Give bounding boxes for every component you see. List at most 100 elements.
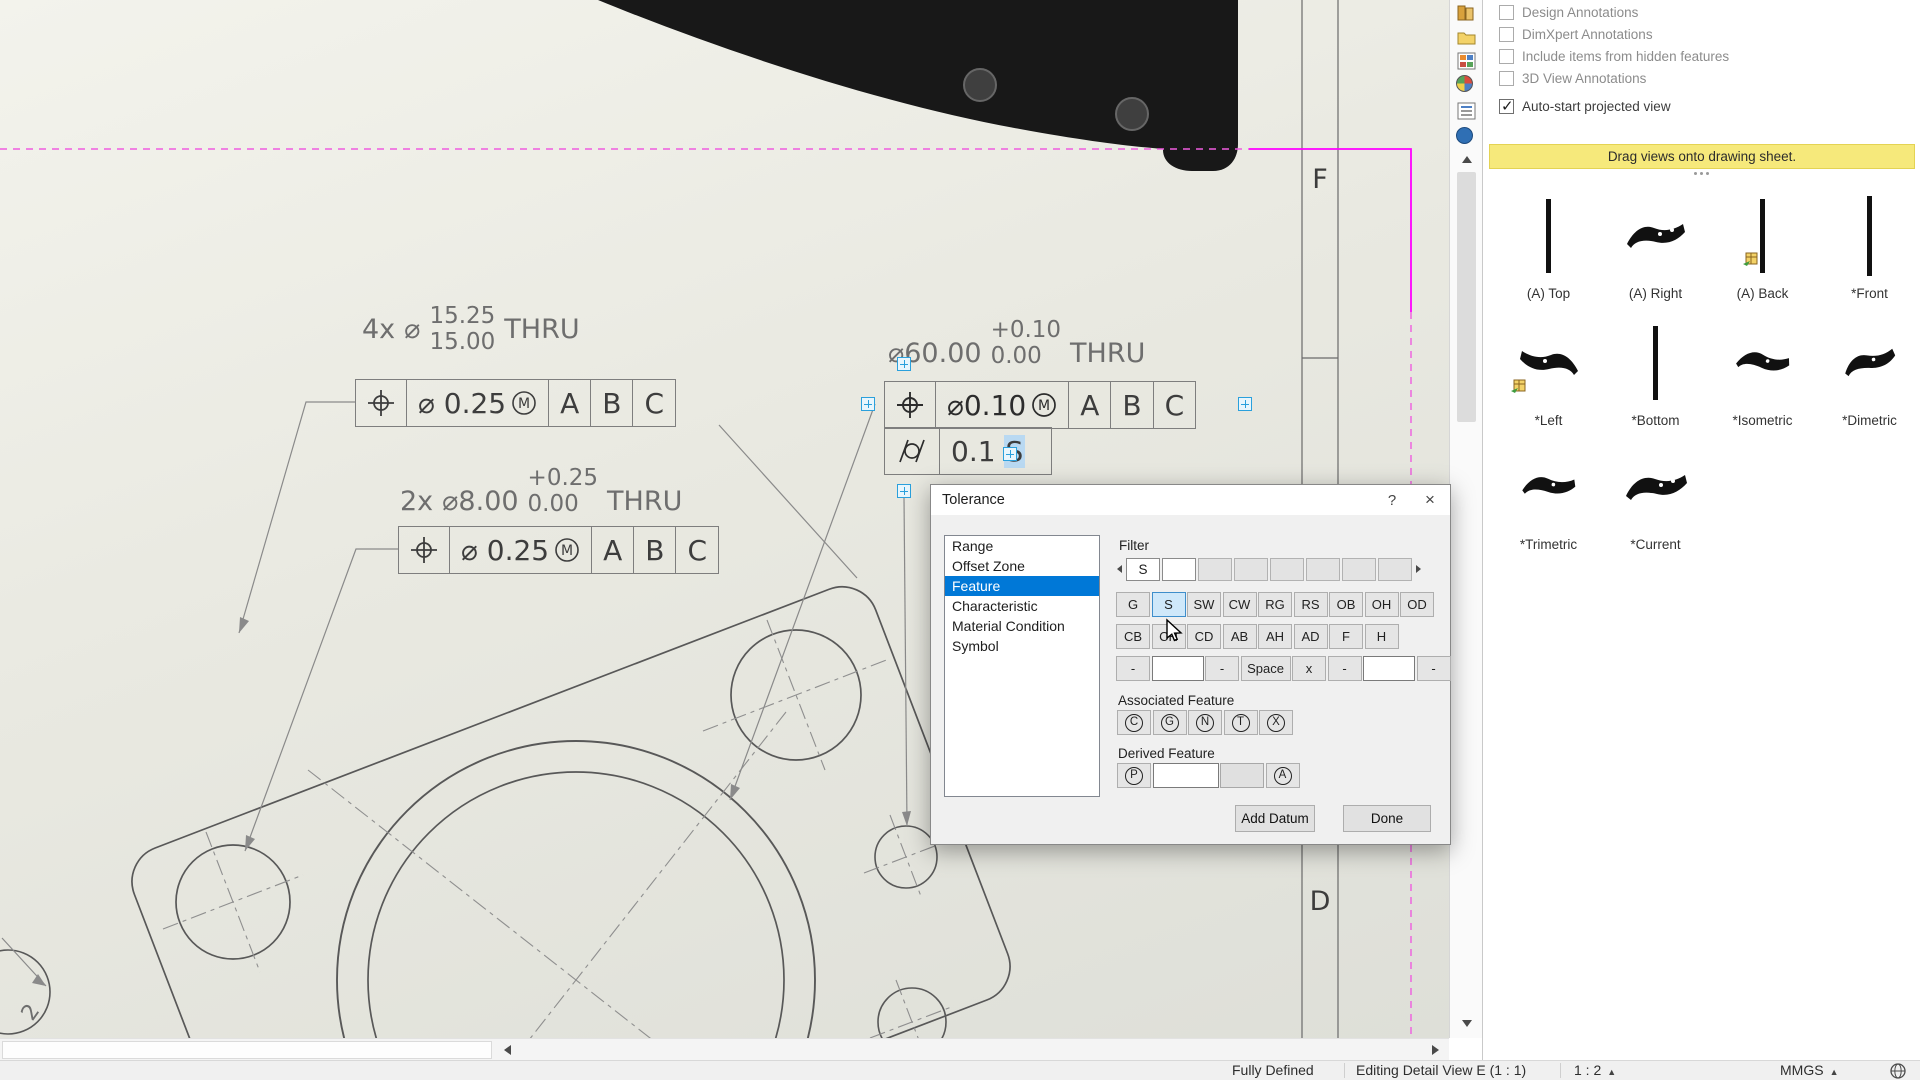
selection-handle[interactable] xyxy=(897,484,911,498)
filter-scroll-right-icon[interactable] xyxy=(1414,558,1423,581)
selection-handle[interactable] xyxy=(897,357,911,371)
view-thumbnail-current[interactable]: *Current xyxy=(1602,436,1709,558)
derived-a-button[interactable]: A xyxy=(1266,763,1300,788)
dialog-close-button[interactable]: × xyxy=(1412,485,1448,515)
filter-character-row[interactable]: S xyxy=(1115,557,1423,581)
grid-button-dash[interactable]: - xyxy=(1417,656,1451,681)
appearances-icon[interactable] xyxy=(1456,75,1477,95)
list-item-material-condition[interactable]: Material Condition xyxy=(945,616,1099,636)
dialog-help-button[interactable]: ? xyxy=(1374,485,1410,515)
view-thumbnail-top[interactable]: (A) Top xyxy=(1495,185,1602,307)
associated-x-button[interactable]: X xyxy=(1259,710,1293,735)
filter-cell[interactable] xyxy=(1162,558,1196,581)
grid-button-dash[interactable]: - xyxy=(1116,656,1150,681)
horizontal-scrollbar[interactable] xyxy=(0,1038,1449,1060)
grid-button-f[interactable]: F xyxy=(1329,624,1363,649)
checkbox-include-hidden[interactable]: Include items from hidden features xyxy=(1499,46,1729,66)
unit-system-selector[interactable]: MMGS▲ xyxy=(1780,1062,1838,1078)
grid-button-rs[interactable]: RS xyxy=(1294,592,1328,617)
selection-handle[interactable] xyxy=(861,397,875,411)
checkbox-design-annotations[interactable]: Design Annotations xyxy=(1499,2,1638,22)
view-thumbnail-back[interactable]: (A) Back xyxy=(1709,185,1816,307)
dimension-bore[interactable]: ⌀60.00 +0.10 0.00 THRU xyxy=(888,318,1145,370)
grid-button-ob[interactable]: OB xyxy=(1329,592,1363,617)
checkbox-dimxpert-annotations[interactable]: DimXpert Annotations xyxy=(1499,24,1653,44)
checkbox-3d-view-annotations[interactable]: 3D View Annotations xyxy=(1499,68,1646,88)
feature-control-frame-top[interactable]: ⌀ 0.25 M A B C xyxy=(355,379,676,427)
grid-button-dash[interactable]: - xyxy=(1205,656,1239,681)
grid-button-x[interactable]: x xyxy=(1292,656,1326,681)
custom-value-input[interactable] xyxy=(1363,656,1415,681)
selection-handle[interactable] xyxy=(1238,397,1252,411)
grid-button-ab[interactable]: AB xyxy=(1223,624,1257,649)
sheet-scale-selector[interactable]: 1 : 2▲ xyxy=(1574,1062,1616,1078)
horizontal-scrollbar-thumb[interactable] xyxy=(2,1041,492,1059)
associated-c-button[interactable]: C xyxy=(1117,710,1151,735)
dimension-4x-holes[interactable]: 4x ⌀ 15.25 15.00 THRU xyxy=(362,304,580,356)
view-thumbnail-isometric[interactable]: *Isometric xyxy=(1709,312,1816,434)
checkbox-auto-start-projected[interactable]: Auto-start projected view xyxy=(1499,96,1671,116)
scroll-down-button[interactable] xyxy=(1457,1014,1476,1033)
checkbox[interactable] xyxy=(1499,27,1514,42)
grid-button-dash[interactable]: - xyxy=(1328,656,1362,681)
globe-status-icon[interactable] xyxy=(1890,1063,1906,1080)
scroll-right-button[interactable] xyxy=(1424,1040,1446,1060)
list-item-feature[interactable]: Feature xyxy=(945,576,1099,596)
grid-button-rg[interactable]: RG xyxy=(1258,592,1292,617)
vertical-scrollbar-thumb[interactable] xyxy=(1457,172,1476,422)
section-splitter-handle[interactable] xyxy=(1483,172,1920,175)
forum-icon[interactable] xyxy=(1456,127,1477,147)
view-thumbnail-bottom[interactable]: *Bottom xyxy=(1602,312,1709,434)
view-thumbnail-left[interactable]: *Left xyxy=(1495,312,1602,434)
hole-count: 2x xyxy=(400,487,433,517)
grid-button-cd[interactable]: CD xyxy=(1187,624,1221,649)
derived-value-input[interactable] xyxy=(1153,763,1219,788)
design-library-icon[interactable] xyxy=(1456,3,1477,23)
grid-button-space[interactable]: Space xyxy=(1241,656,1291,681)
custom-properties-icon[interactable] xyxy=(1456,101,1477,121)
view-thumbnail-right[interactable]: (A) Right xyxy=(1602,185,1709,307)
checkbox[interactable] xyxy=(1499,71,1514,86)
feature-control-frame-row2[interactable]: 0.1 S xyxy=(884,427,1052,475)
feature-control-frame-mid[interactable]: ⌀ 0.25 M A B C xyxy=(398,526,719,574)
feature-control-frame-active[interactable]: ⌀0.10 M A B C xyxy=(884,381,1196,429)
list-item-range[interactable]: Range xyxy=(945,536,1099,556)
associated-n-button[interactable]: N xyxy=(1188,710,1222,735)
done-button[interactable]: Done xyxy=(1343,805,1431,832)
dialog-titlebar[interactable]: Tolerance xyxy=(931,485,1450,515)
scroll-up-button[interactable] xyxy=(1457,150,1476,169)
derived-p-button[interactable]: P xyxy=(1117,763,1151,788)
list-item-characteristic[interactable]: Characteristic xyxy=(945,596,1099,616)
checkbox[interactable] xyxy=(1499,49,1514,64)
associated-g-button[interactable]: G xyxy=(1153,710,1187,735)
add-datum-button[interactable]: Add Datum xyxy=(1235,805,1315,832)
grid-button-ah[interactable]: AH xyxy=(1258,624,1292,649)
dimension-2x-holes[interactable]: 2x ⌀8.00 +0.25 0.00 THRU xyxy=(400,466,682,518)
filter-scroll-left-icon[interactable] xyxy=(1115,558,1124,581)
file-explorer-icon[interactable] xyxy=(1456,27,1477,47)
grid-button-h[interactable]: H xyxy=(1365,624,1399,649)
grid-button-g[interactable]: G xyxy=(1116,592,1150,617)
grid-button-ad[interactable]: AD xyxy=(1294,624,1328,649)
grid-button-oh[interactable]: OH xyxy=(1365,592,1399,617)
checkbox[interactable] xyxy=(1499,99,1514,114)
grid-button-od[interactable]: OD xyxy=(1400,592,1434,617)
grid-button-cw[interactable]: CW xyxy=(1223,592,1257,617)
checkbox[interactable] xyxy=(1499,5,1514,20)
tolerance-entry[interactable]: 0.1 S xyxy=(939,428,1051,474)
list-item-offset-zone[interactable]: Offset Zone xyxy=(945,556,1099,576)
view-thumbnail-trimetric[interactable]: *Trimetric xyxy=(1495,436,1602,558)
grid-button-cb[interactable]: CB xyxy=(1116,624,1150,649)
list-item-symbol[interactable]: Symbol xyxy=(945,636,1099,656)
selection-handle[interactable] xyxy=(1003,447,1017,461)
scroll-left-button[interactable] xyxy=(496,1040,518,1060)
view-thumbnail-dimetric[interactable]: *Dimetric xyxy=(1816,312,1920,434)
associated-t-button[interactable]: T xyxy=(1224,710,1258,735)
grid-button-s[interactable]: S xyxy=(1152,592,1186,617)
view-thumbnail-front[interactable]: *Front xyxy=(1816,185,1920,307)
tolerance-category-list[interactable]: Range Offset Zone Feature Characteristic… xyxy=(944,535,1100,797)
grid-button-sw[interactable]: SW xyxy=(1187,592,1221,617)
view-palette-icon[interactable] xyxy=(1456,51,1477,71)
filter-cell[interactable]: S xyxy=(1126,558,1160,581)
custom-value-input[interactable] xyxy=(1152,656,1204,681)
